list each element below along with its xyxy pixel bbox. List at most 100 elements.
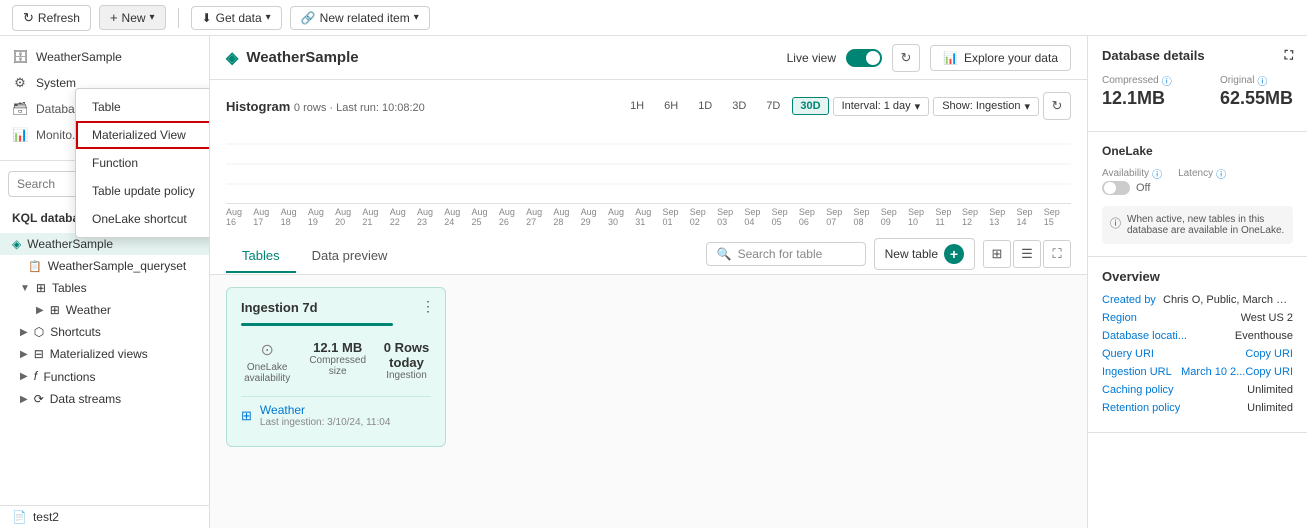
grid-view-button[interactable]: ⊞ xyxy=(983,240,1011,268)
original-value: 62.55MB xyxy=(1220,88,1293,109)
tab-tables[interactable]: Tables xyxy=(226,240,296,273)
dropdown-item-update-policy[interactable]: Table update policy xyxy=(76,177,210,205)
histogram-axis: Aug 16Aug 17 Aug 18Aug 19 Aug 20Aug 21 A… xyxy=(226,204,1071,230)
table-icon: ⊞ xyxy=(50,303,60,317)
dropdown-item-table[interactable]: Table xyxy=(76,93,210,121)
explore-button[interactable]: 📊 Explore your data xyxy=(930,45,1071,71)
time-btn-3d[interactable]: 3D xyxy=(724,97,754,115)
content-title: ◈ WeatherSample xyxy=(226,48,359,68)
time-btn-7d[interactable]: 7D xyxy=(758,97,788,115)
compressed-stat-value: 12.1 MB xyxy=(309,340,366,355)
sidebar-bottom: 📄 test2 xyxy=(0,505,209,528)
histogram-svg xyxy=(226,124,1071,202)
histogram-meta: 0 rows · Last run: 10:08:20 xyxy=(294,102,425,114)
tab-data-preview-label: Data preview xyxy=(312,248,388,263)
chevron-down-icon3: ▾ xyxy=(414,12,419,23)
tab-list: Tables Data preview xyxy=(226,240,403,272)
tree-item-shortcuts[interactable]: ▶ ⬡ Shortcuts xyxy=(0,321,209,343)
new-table-plus-icon: + xyxy=(944,244,964,264)
compressed-stat-label: Compressed size xyxy=(309,355,366,377)
interval-chevron-icon: ▾ xyxy=(915,100,921,113)
overview-value: Unlimited xyxy=(1247,402,1293,414)
stat-rows: 0 Rows today Ingestion xyxy=(382,340,431,381)
tree-item-test2[interactable]: 📄 test2 xyxy=(0,506,209,528)
availability-group: Availability ⓘ Off xyxy=(1102,166,1162,198)
dropdown-item-matview[interactable]: Materialized View xyxy=(76,121,210,149)
tab-data-preview[interactable]: Data preview xyxy=(296,240,404,273)
tree-item-queryset[interactable]: 📋 WeatherSample_queryset xyxy=(0,255,209,277)
toggle-knob xyxy=(866,51,880,65)
view-buttons: ⊞ ☰ ⛶ xyxy=(983,240,1071,268)
new-button[interactable]: + New ▾ xyxy=(99,5,166,30)
chevron-matviews-icon: ▶ xyxy=(20,349,28,360)
refresh-icon: ↻ xyxy=(23,10,34,26)
ingestion-stats: ⊙ OneLake availability 12.1 MB Compresse… xyxy=(241,340,431,384)
time-btn-6h[interactable]: 6H xyxy=(656,97,686,115)
chart-refresh-icon: ↻ xyxy=(1052,98,1063,114)
db-icon: 🗃 xyxy=(12,101,28,117)
interval-button[interactable]: Interval: 1 day ▾ xyxy=(833,97,930,116)
chevron-down-icon: ▾ xyxy=(150,12,155,23)
histogram-title: Histogram xyxy=(226,99,290,114)
dropdown-item-onelake-shortcut[interactable]: OneLake shortcut xyxy=(76,205,210,233)
tree-item-weather[interactable]: ▶ ⊞ Weather xyxy=(0,299,209,321)
ingestion-menu-button[interactable]: ⋮ xyxy=(421,298,435,315)
main-layout: 🗄 WeatherSample ⚙ System 🗃 Databa... 📊 M… xyxy=(0,36,1307,528)
dropdown-item-function[interactable]: Function xyxy=(76,149,210,177)
time-btn-1h[interactable]: 1H xyxy=(622,97,652,115)
matview-icon: ⊟ xyxy=(34,347,44,361)
overview-value: Unlimited xyxy=(1247,384,1293,396)
card-table-meta: Last ingestion: 3/10/24, 11:04 xyxy=(260,417,390,428)
sidebar: 🗄 WeatherSample ⚙ System 🗃 Databa... 📊 M… xyxy=(0,36,210,528)
overview-value: West US 2 xyxy=(1241,312,1293,324)
refresh-button[interactable]: ↻ Refresh xyxy=(12,5,91,31)
overview-value[interactable]: March 10 2...Copy URI xyxy=(1181,366,1293,378)
sidebar-item-weathersample-top[interactable]: 🗄 WeatherSample xyxy=(0,44,209,70)
get-data-button[interactable]: ⬇ Get data ▾ xyxy=(191,6,282,30)
overview-key: Query URI xyxy=(1102,348,1154,360)
new-table-button[interactable]: New table + xyxy=(874,238,975,270)
chart-refresh-button[interactable]: ↻ xyxy=(1043,92,1071,120)
fullscreen-button[interactable]: ⛶ xyxy=(1043,240,1071,268)
overview-key: Created by xyxy=(1102,294,1156,306)
onelake-toggle-group: Off xyxy=(1102,181,1150,195)
onelake-section: OneLake Availability ⓘ Off xyxy=(1088,132,1307,257)
overview-row: Database locati... Eventhouse xyxy=(1102,330,1293,342)
overview-title: Overview xyxy=(1102,269,1293,284)
expand-icon[interactable]: ⛶ xyxy=(1285,48,1293,63)
histogram-title-group: Histogram 0 rows · Last run: 10:08:20 xyxy=(226,99,425,114)
tree-weathersample-label: WeatherSample xyxy=(27,237,113,251)
function-icon: 𝑓 xyxy=(34,369,38,384)
histogram-controls: 1H 6H 1D 3D 7D 30D Interval: 1 day ▾ Sho… xyxy=(622,92,1071,120)
interval-label: Interval: 1 day xyxy=(842,100,911,112)
histogram-section: Histogram 0 rows · Last run: 10:08:20 1H… xyxy=(210,80,1087,230)
download-icon: ⬇ xyxy=(202,11,212,25)
overview-row: Region West US 2 xyxy=(1102,312,1293,324)
new-related-button[interactable]: 🔗 New related item ▾ xyxy=(290,6,430,30)
search-table-placeholder: Search for table xyxy=(738,247,823,261)
overview-value[interactable]: Copy URI xyxy=(1245,348,1293,360)
plus-icon: + xyxy=(110,10,118,25)
search-table-input[interactable]: 🔍 Search for table xyxy=(706,242,866,266)
tree-item-tables[interactable]: ▼ ⊞ Tables xyxy=(0,277,209,299)
stat-compressed: 12.1 MB Compressed size xyxy=(309,340,366,377)
tree-item-functions[interactable]: ▶ 𝑓 Functions xyxy=(0,365,209,388)
separator xyxy=(178,8,179,28)
functions-label: Functions xyxy=(43,370,95,384)
stream-icon: ⟳ xyxy=(34,392,44,406)
original-stat: Original ⓘ 62.55MB xyxy=(1220,73,1293,109)
new-dropdown-menu: Table Materialized View Function Table u… xyxy=(75,88,210,238)
time-btn-1d[interactable]: 1D xyxy=(690,97,720,115)
histogram-refresh-button[interactable]: ↻ xyxy=(892,44,920,72)
tree-item-matviews[interactable]: ▶ ⊟ Materialized views xyxy=(0,343,209,365)
live-view-toggle[interactable] xyxy=(846,49,882,67)
header-actions: Live view ↻ 📊 Explore your data xyxy=(787,44,1071,72)
latency-info-icon: ⓘ xyxy=(1216,166,1226,181)
overview-row: Retention policy Unlimited xyxy=(1102,402,1293,414)
show-button[interactable]: Show: Ingestion ▾ xyxy=(933,97,1039,116)
list-view-button[interactable]: ☰ xyxy=(1013,240,1041,268)
tree-item-datastreams[interactable]: ▶ ⟳ Data streams xyxy=(0,388,209,410)
card-table-name[interactable]: Weather xyxy=(260,403,390,417)
time-btn-30d[interactable]: 30D xyxy=(792,97,828,115)
onelake-toggle-switch[interactable] xyxy=(1102,181,1130,195)
